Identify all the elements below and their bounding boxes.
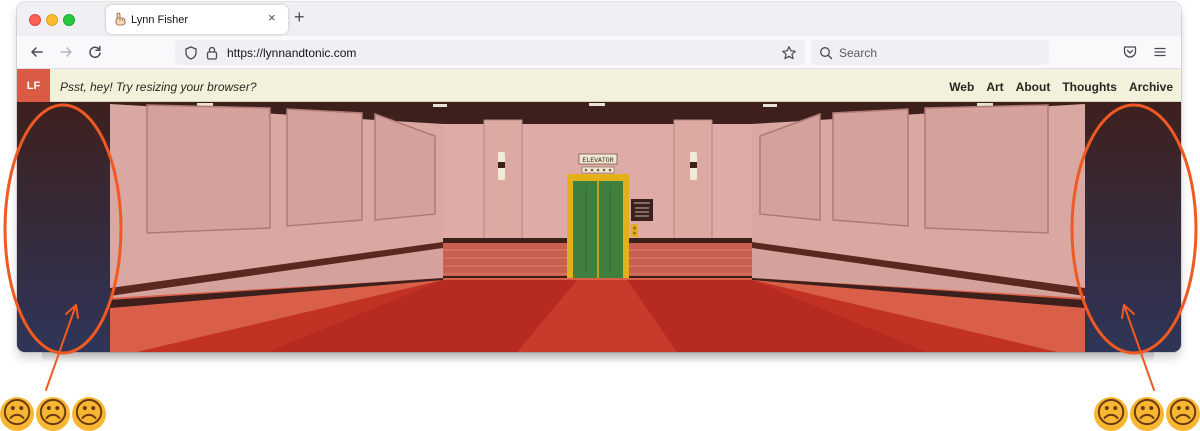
- nav-link-thoughts[interactable]: Thoughts: [1062, 80, 1117, 94]
- forward-arrow-icon[interactable]: [56, 42, 76, 62]
- pocket-icon[interactable]: [1121, 43, 1139, 61]
- minimize-window-button[interactable]: [46, 14, 58, 26]
- tab-bar: Lynn Fisher × +: [17, 2, 1181, 36]
- reload-icon[interactable]: [85, 42, 105, 62]
- tab-title: Lynn Fisher: [131, 14, 189, 26]
- nav-link-web[interactable]: Web: [949, 80, 974, 94]
- sad-face-icon: ☹: [0, 396, 34, 431]
- window-shadow: [42, 352, 1154, 362]
- back-arrow-icon[interactable]: [27, 42, 47, 62]
- sad-face-icon: ☹: [72, 396, 106, 431]
- sad-face-icon: ☹: [1130, 396, 1164, 431]
- site-header: LF Psst, hey! Try resizing your browser?…: [17, 69, 1181, 102]
- lock-icon[interactable]: [204, 45, 220, 61]
- hallway-illustration: ELEVATOR: [17, 102, 1181, 352]
- sad-face-icon: ☹: [1166, 396, 1200, 431]
- screenshot: Lynn Fisher × + https://lynnandtonic.com…: [0, 0, 1200, 431]
- site-nav: Web Art About Thoughts Archive: [949, 80, 1173, 94]
- new-tab-icon[interactable]: +: [294, 8, 305, 26]
- browser-window: Lynn Fisher × + https://lynnandtonic.com…: [17, 2, 1181, 352]
- page-viewport: LF Psst, hey! Try resizing your browser?…: [17, 69, 1181, 352]
- nav-link-about[interactable]: About: [1016, 80, 1051, 94]
- sad-face-icon: ☹: [36, 396, 70, 431]
- hamburger-menu-icon[interactable]: [1151, 43, 1169, 61]
- bookmark-star-icon[interactable]: [781, 45, 797, 61]
- nav-link-art[interactable]: Art: [986, 80, 1003, 94]
- search-box[interactable]: Search: [811, 40, 1049, 65]
- sad-face-icon: ☹: [1094, 396, 1128, 431]
- left-sad-faces: ☹ ☹ ☹: [0, 397, 106, 431]
- right-sad-faces: ☹ ☹ ☹: [1094, 397, 1200, 431]
- site-tagline: Psst, hey! Try resizing your browser?: [60, 80, 257, 94]
- address-bar[interactable]: https://lynnandtonic.com: [175, 40, 805, 65]
- close-tab-icon[interactable]: ×: [268, 11, 276, 25]
- hand-favicon-icon: [112, 11, 128, 27]
- close-window-button[interactable]: [29, 14, 41, 26]
- elevator-sign: ELEVATOR: [582, 157, 613, 164]
- url-text: https://lynnandtonic.com: [227, 46, 357, 60]
- search-icon: [818, 45, 834, 61]
- zoom-window-button[interactable]: [63, 14, 75, 26]
- site-logo[interactable]: LF: [17, 69, 50, 102]
- tab-lynn-fisher[interactable]: Lynn Fisher ×: [106, 5, 288, 34]
- search-placeholder: Search: [839, 46, 878, 60]
- nav-link-archive[interactable]: Archive: [1129, 80, 1173, 94]
- nav-toolbar: https://lynnandtonic.com Search: [17, 36, 1181, 69]
- shield-icon[interactable]: [183, 45, 199, 61]
